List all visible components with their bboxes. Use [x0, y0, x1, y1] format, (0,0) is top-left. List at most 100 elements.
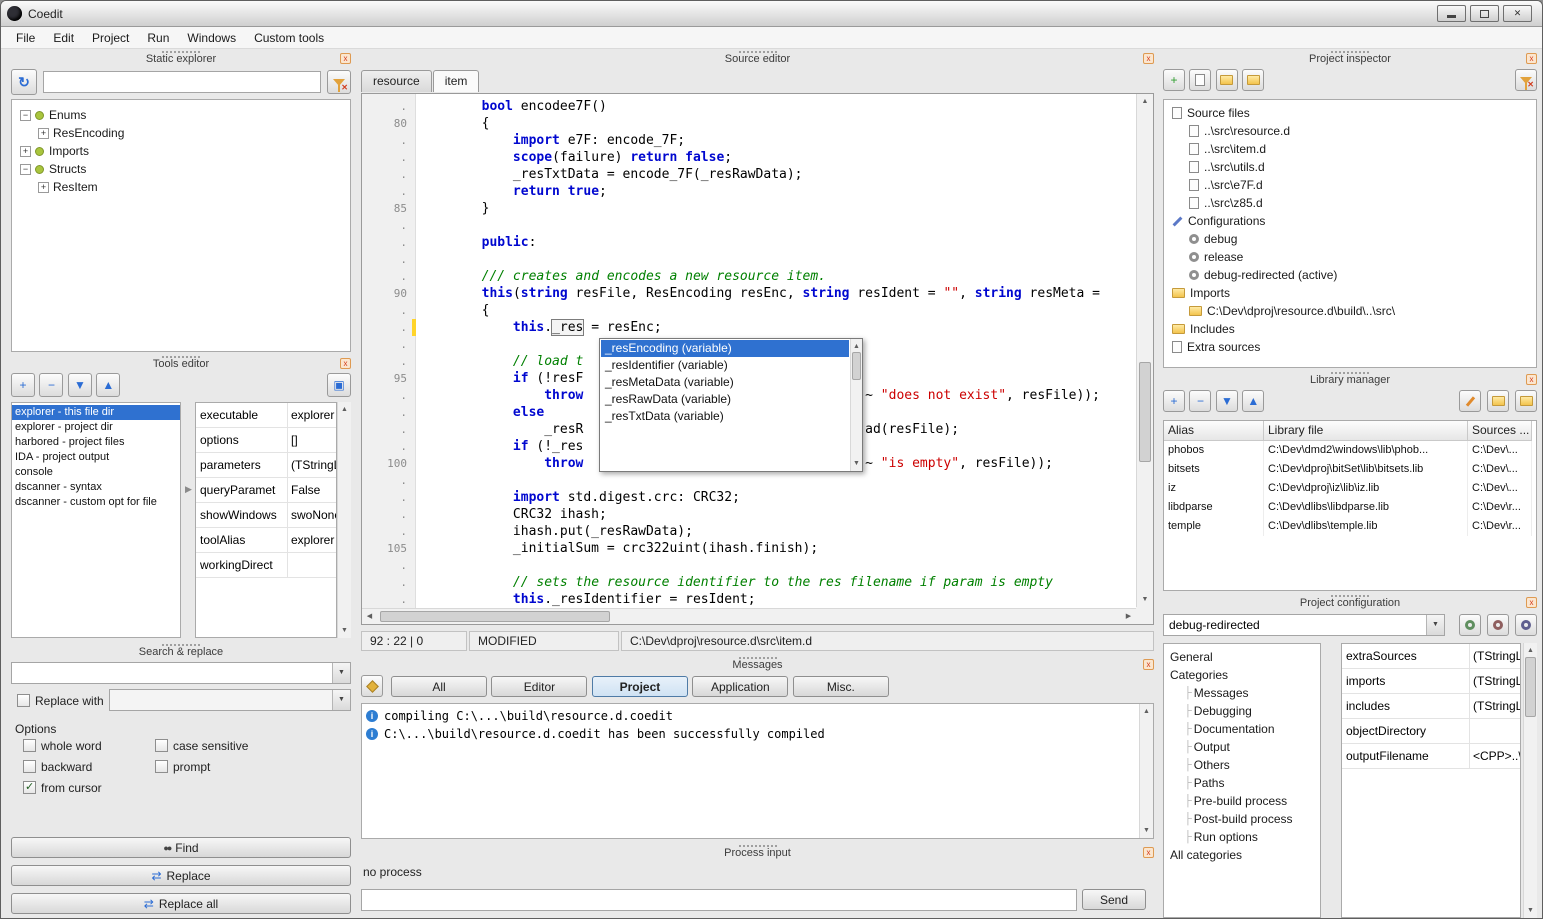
scrollbar-thumb[interactable]	[380, 611, 610, 622]
message-row[interactable]: icompiling C:\...\build\resource.d.coedi…	[362, 707, 1153, 725]
code-line[interactable]: 105 _initialSum = crc322uint(ihash.finis…	[362, 540, 1136, 557]
code-line[interactable]: 80 {	[362, 115, 1136, 132]
add-library-button[interactable]: +	[1163, 390, 1185, 412]
code-line[interactable]: . return true;	[362, 183, 1136, 200]
messages-filter-application[interactable]: Application	[692, 676, 788, 697]
code-line[interactable]: . public:	[362, 234, 1136, 251]
tool-list-item[interactable]: explorer - this file dir	[12, 405, 180, 420]
project-tree-node[interactable]: Imports	[1164, 284, 1536, 302]
project-tree-node[interactable]: ..\src\e7F.d	[1164, 176, 1536, 194]
replace-all-button[interactable]: ⇄Replace all	[11, 893, 351, 914]
config-property-row[interactable]: outputFilename<CPP>..\	[1342, 744, 1520, 769]
code-line[interactable]: .	[362, 251, 1136, 268]
scrollbar-thumb[interactable]	[1525, 657, 1536, 717]
line-number[interactable]: .	[362, 132, 412, 149]
property-value[interactable]: False	[288, 478, 336, 502]
config-category-post-build-process[interactable]: ├Post-build process	[1164, 810, 1320, 828]
menu-windows[interactable]: Windows	[178, 28, 245, 48]
tool-list-item[interactable]: console	[12, 465, 180, 480]
config-category-others[interactable]: ├Others	[1164, 756, 1320, 774]
line-number[interactable]: .	[362, 302, 412, 319]
line-number[interactable]: .	[362, 353, 412, 370]
messages-filter-misc[interactable]: Misc.	[793, 676, 889, 697]
property-value[interactable]: (TStringL	[1470, 694, 1520, 718]
project-tree-node[interactable]: ..\src\utils.d	[1164, 158, 1536, 176]
editor-vscrollbar[interactable]: ▲ ▼	[1136, 94, 1153, 607]
tool-property-row[interactable]: parameters(TStringL	[196, 453, 336, 478]
static-explorer-node[interactable]: +ResItem	[12, 178, 350, 196]
line-number[interactable]: 100	[362, 455, 412, 472]
project-tree-node[interactable]: release	[1164, 248, 1536, 266]
config-property-row[interactable]: includes(TStringL	[1342, 694, 1520, 719]
add-tool-button[interactable]: +	[11, 373, 35, 397]
send-button[interactable]: Send	[1082, 889, 1146, 910]
project-tree-node[interactable]: Includes	[1164, 320, 1536, 338]
messages-scrollbar[interactable]: ▲ ▼	[1139, 704, 1153, 838]
close-panel-icon[interactable]: x	[1526, 597, 1537, 608]
symbol-filter-input[interactable]	[43, 71, 321, 93]
config-property-row[interactable]: objectDirectory	[1342, 719, 1520, 744]
scroll-down-icon[interactable]: ▼	[1524, 903, 1537, 918]
line-number[interactable]: .	[362, 387, 412, 404]
library-row[interactable]: libdparseC:\Dev\dlibs\libdparse.libC:\De…	[1164, 498, 1536, 517]
tree-expander-icon[interactable]: +	[38, 128, 49, 139]
config-property-row[interactable]: extraSources(TStringL	[1342, 644, 1520, 669]
message-row[interactable]: iC:\...\build\resource.d.coedit has been…	[362, 725, 1153, 743]
tool-property-row[interactable]: executableexplorer	[196, 403, 336, 428]
project-tree-node[interactable]: Extra sources	[1164, 338, 1536, 356]
add-folder-button[interactable]	[1242, 69, 1264, 91]
code-line[interactable]: .	[362, 217, 1136, 234]
line-number[interactable]: .	[362, 183, 412, 200]
config-category-documentation[interactable]: ├Documentation	[1164, 720, 1320, 738]
scroll-up-icon[interactable]: ▲	[1140, 704, 1153, 719]
tree-expander-icon[interactable]: +	[20, 146, 31, 157]
move-up-button[interactable]: ▲	[1242, 390, 1264, 412]
dropdown-arrow-icon[interactable]: ▼	[1426, 615, 1444, 635]
config-category-pre-build-process[interactable]: ├Pre-build process	[1164, 792, 1320, 810]
vertical-scrollbar[interactable]: ▲ ▼	[337, 402, 351, 638]
line-number[interactable]: .	[362, 268, 412, 285]
messages-filter-all[interactable]: All	[391, 676, 487, 697]
tool-property-row[interactable]: options[]	[196, 428, 336, 453]
maximize-button[interactable]	[1470, 5, 1499, 22]
line-number[interactable]: .	[362, 489, 412, 506]
config-scrollbar[interactable]: ▲ ▼	[1523, 643, 1537, 918]
configuration-selector[interactable]: debug-redirected ▼	[1163, 614, 1445, 636]
line-number[interactable]: 90	[362, 285, 412, 302]
line-number[interactable]: .	[362, 404, 412, 421]
tool-list-item[interactable]: dscanner - syntax	[12, 480, 180, 495]
project-tree-node[interactable]: debug-redirected (active)	[1164, 266, 1536, 284]
message-tools-button[interactable]	[361, 675, 383, 697]
line-number[interactable]: .	[362, 217, 412, 234]
static-explorer-node[interactable]: +Imports	[12, 142, 350, 160]
scroll-down-icon[interactable]: ▼	[1140, 823, 1153, 838]
project-tree-node[interactable]: ..\src\resource.d	[1164, 122, 1536, 140]
option-whole-word[interactable]: whole word	[23, 739, 141, 753]
library-row[interactable]: izC:\Dev\dproj\iz\lib\iz.libC:\Dev\...	[1164, 479, 1536, 498]
inspector-filter-button[interactable]: ✕	[1515, 69, 1537, 91]
scroll-right-icon[interactable]: ▶	[1121, 609, 1136, 624]
project-tree-node[interactable]: debug	[1164, 230, 1536, 248]
new-source-button[interactable]: +	[1163, 69, 1185, 91]
line-number[interactable]: .	[362, 421, 412, 438]
tool-property-row[interactable]: showWindowsswoNone	[196, 503, 336, 528]
static-explorer-node[interactable]: −Structs	[12, 160, 350, 178]
library-row[interactable]: phobosC:\Dev\dmd2\windows\lib\phob...C:\…	[1164, 441, 1536, 460]
scroll-down-icon[interactable]: ▼	[338, 623, 351, 638]
code-line[interactable]: . ihash.put(_resRawData);	[362, 523, 1136, 540]
code-line[interactable]: . bool encodee7F()	[362, 98, 1136, 115]
option-case-sensitive[interactable]: case sensitive	[155, 739, 273, 753]
dropdown-arrow-icon[interactable]: ▼	[332, 663, 350, 683]
close-panel-icon[interactable]: x	[340, 53, 351, 64]
property-value[interactable]: explorer	[288, 528, 336, 552]
refresh-button[interactable]: ↻	[11, 69, 37, 95]
scrollbar-thumb[interactable]	[852, 352, 861, 380]
close-panel-icon[interactable]: x	[1526, 53, 1537, 64]
property-value[interactable]: <CPP>..\	[1470, 744, 1520, 768]
scrollbar-thumb[interactable]	[1139, 362, 1151, 462]
close-panel-icon[interactable]: x	[1526, 374, 1537, 385]
code-line[interactable]: 90 this(string resFile, ResEncoding resE…	[362, 285, 1136, 302]
completion-item[interactable]: _resEncoding (variable)	[601, 340, 849, 357]
tool-property-row[interactable]: toolAliasexplorer	[196, 528, 336, 553]
library-table-header[interactable]: AliasLibrary fileSources ...	[1164, 421, 1536, 441]
